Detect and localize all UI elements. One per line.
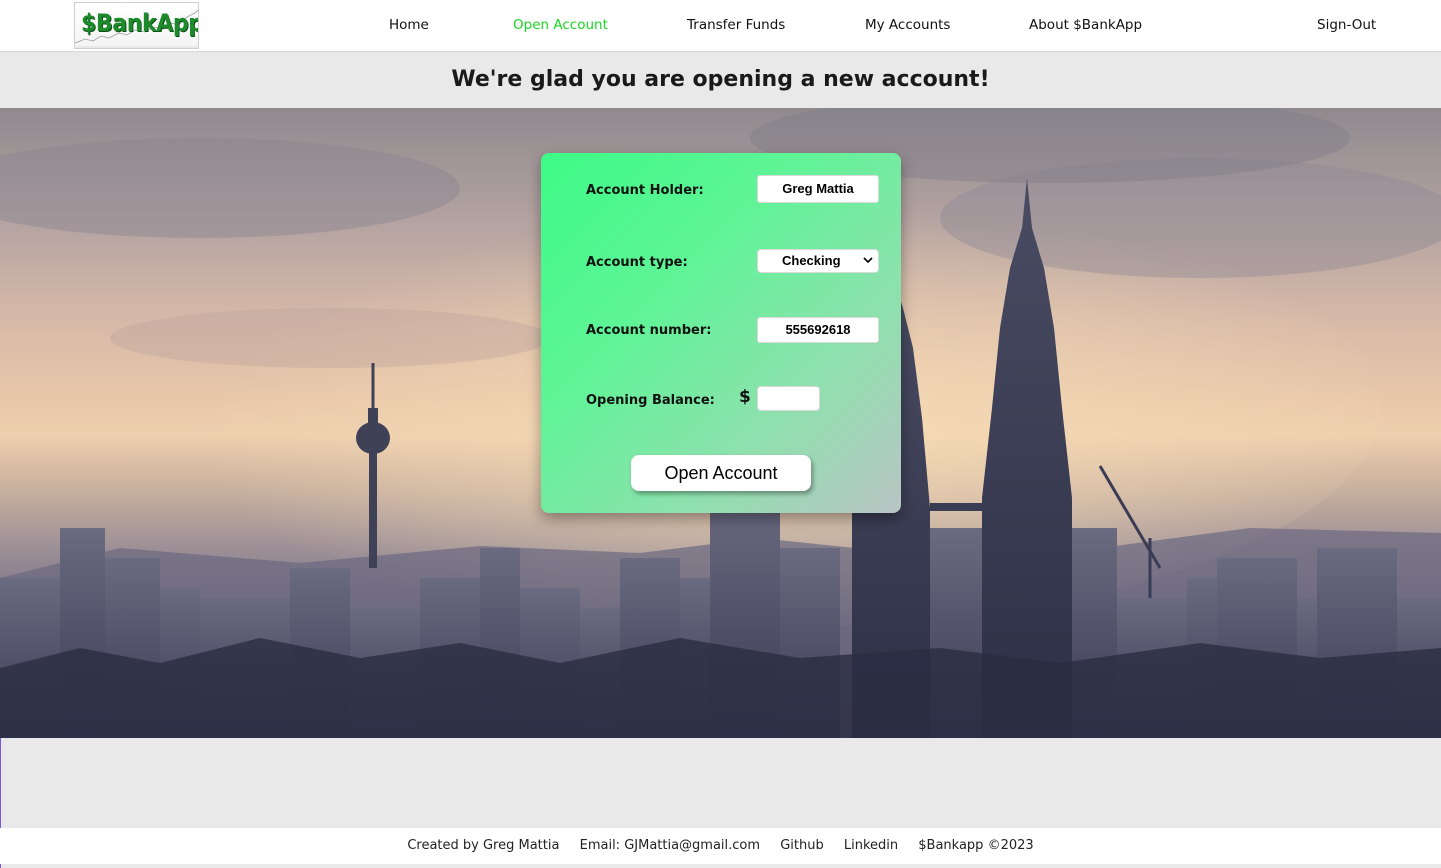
footer-github-link[interactable]: Github: [780, 838, 824, 853]
top-navbar: $BankApp Home Open Account Transfer Fund…: [0, 0, 1441, 52]
page-title: We're glad you are opening a new account…: [451, 67, 990, 92]
open-account-button[interactable]: Open Account: [631, 455, 811, 491]
footer-created-by: Created by Greg Mattia: [407, 838, 560, 853]
bankapp-logo[interactable]: $BankApp: [74, 2, 199, 49]
nav-home[interactable]: Home: [389, 17, 429, 33]
nav-sign-out[interactable]: Sign-Out: [1317, 17, 1376, 33]
opening-balance-input[interactable]: [757, 386, 820, 411]
footer-copyright: $Bankapp ©2023: [918, 838, 1034, 853]
account-type-selected-value: Checking: [782, 253, 841, 268]
nav-about[interactable]: About $BankApp: [1029, 17, 1142, 33]
account-holder-label: Account Holder:: [586, 183, 704, 198]
chevron-down-icon: [863, 257, 873, 264]
nav-open-account[interactable]: Open Account: [513, 17, 608, 33]
footer-email[interactable]: Email: GJMattia@gmail.com: [580, 838, 760, 853]
account-number-label: Account number:: [586, 323, 712, 338]
open-account-form: Account Holder: Greg Mattia Account type…: [541, 153, 901, 513]
nav-my-accounts[interactable]: My Accounts: [865, 17, 950, 33]
logo-text: $BankApp: [81, 9, 199, 37]
nav-transfer-funds[interactable]: Transfer Funds: [687, 17, 785, 33]
footer-linkedin-link[interactable]: Linkedin: [844, 838, 898, 853]
account-number-field[interactable]: 555692618: [757, 317, 879, 343]
page-footer: Created by Greg Mattia Email: GJMattia@g…: [0, 828, 1441, 864]
account-holder-field[interactable]: Greg Mattia: [757, 175, 879, 203]
account-type-select[interactable]: Checking: [757, 249, 879, 273]
opening-balance-label: Opening Balance:: [586, 393, 715, 408]
account-type-label: Account type:: [586, 255, 688, 270]
dollar-sign: $: [739, 387, 751, 407]
welcome-banner: We're glad you are opening a new account…: [0, 52, 1441, 108]
